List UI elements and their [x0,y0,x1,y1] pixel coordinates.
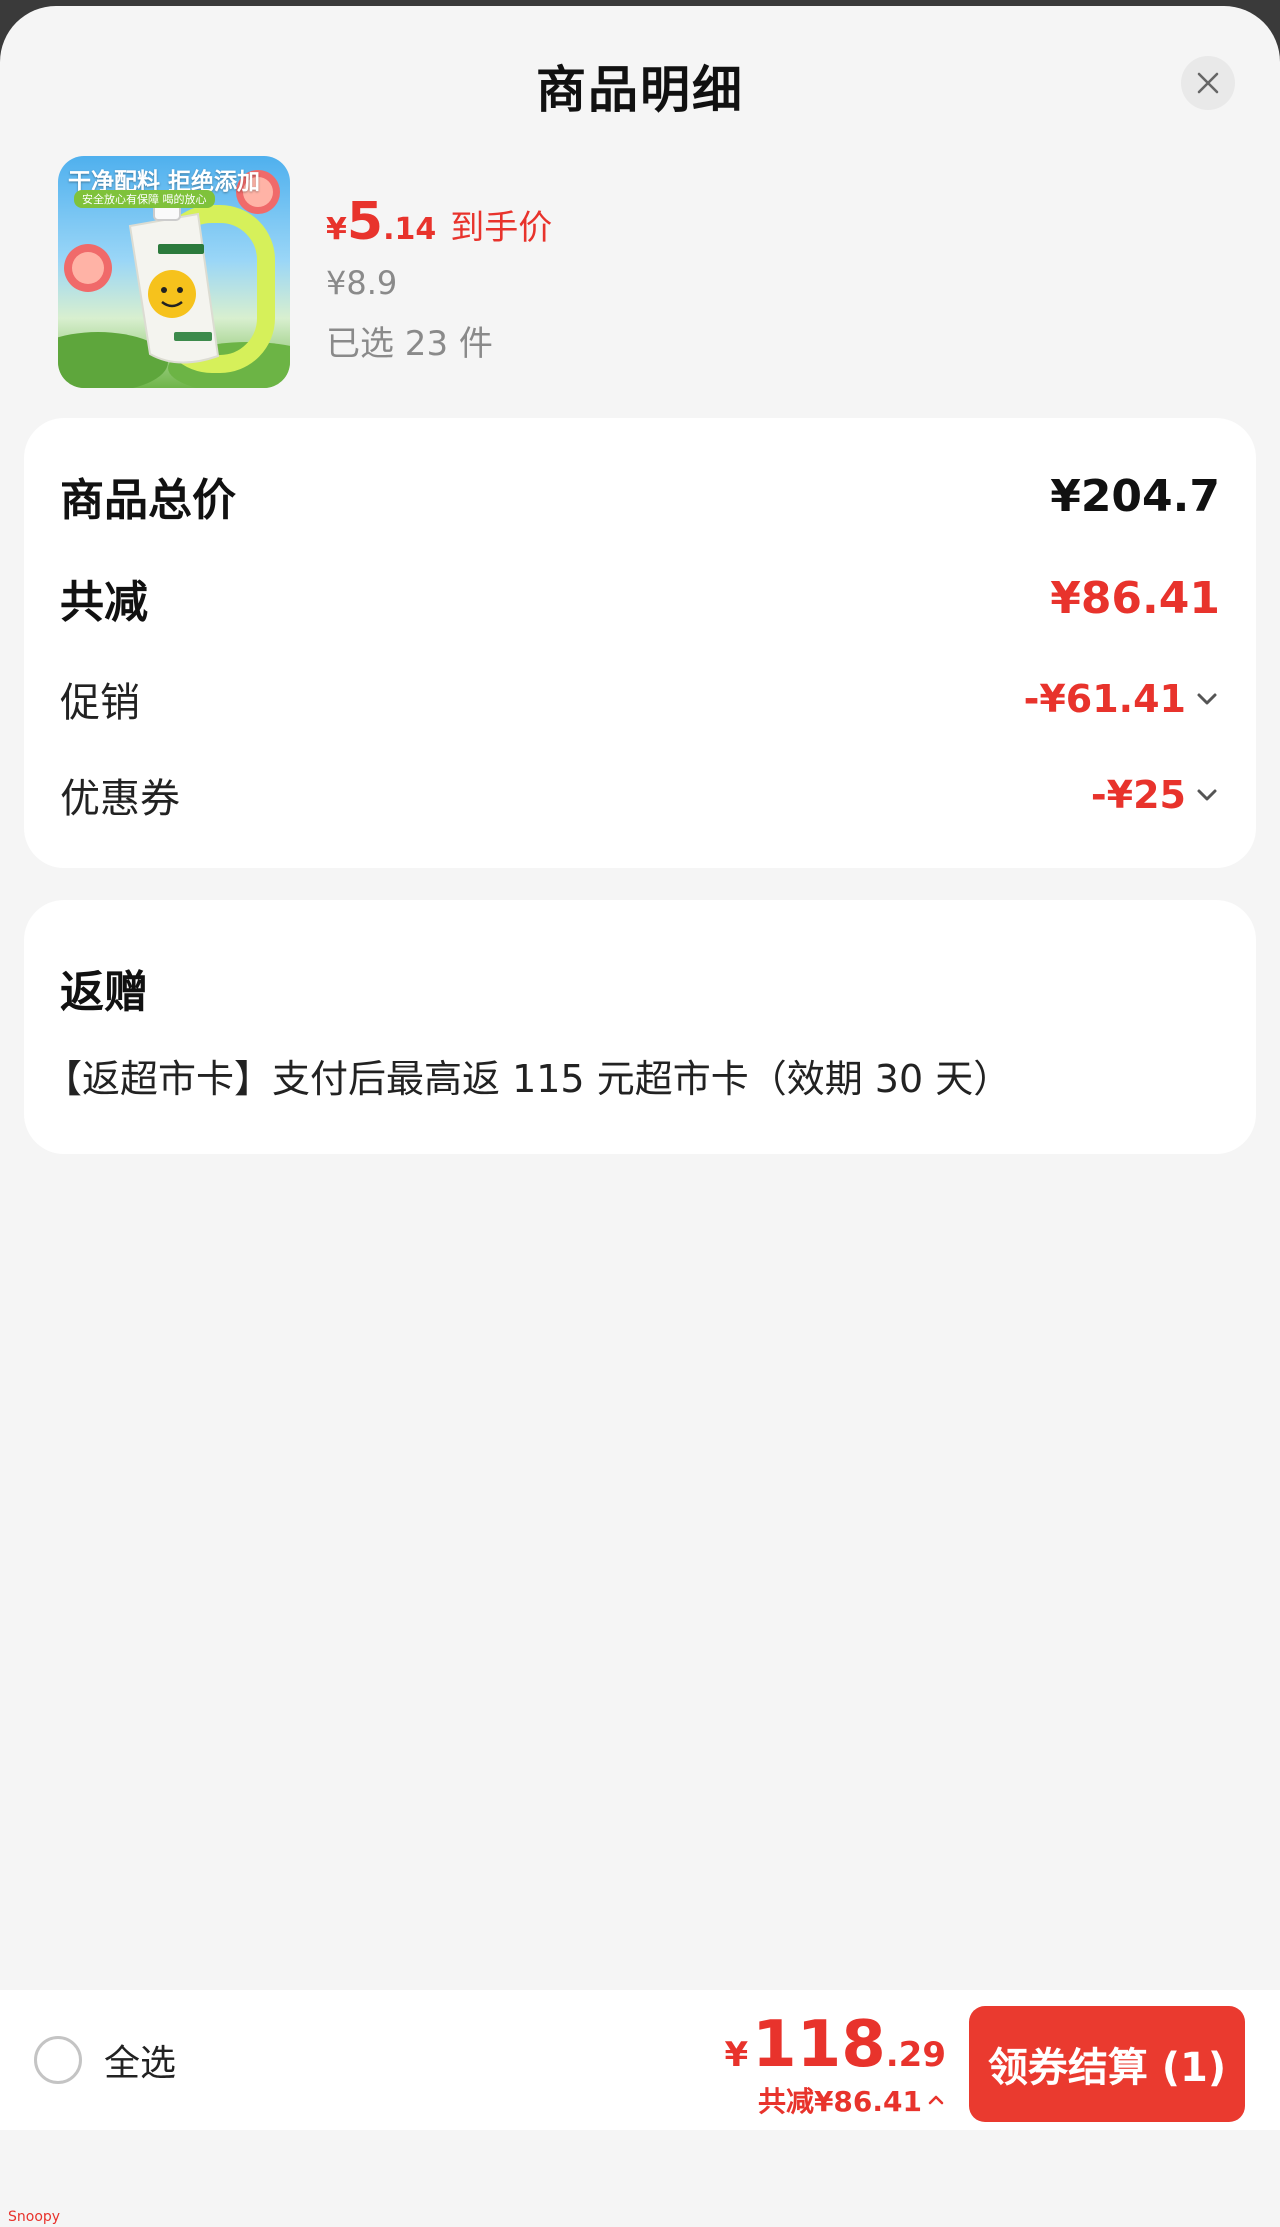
promotion-value-group: -¥61.41 [1024,677,1220,721]
chevron-down-icon [1197,693,1217,705]
final-price-currency: ¥ [326,212,347,247]
product-summary: 干净配料 拒绝添加 安全放心有保障 喝的放心 ¥ 5 .14 到手价 ¥8.9 … [58,156,1238,390]
order-total-price: ¥ 118 .29 [725,2008,947,2082]
order-discount-text: 共减¥86.41 [757,2085,922,2118]
product-thumbnail[interactable]: 干净配料 拒绝添加 安全放心有保障 喝的放心 [58,156,290,388]
close-icon [1197,72,1219,94]
close-button[interactable] [1181,56,1235,110]
promotion-value: -¥61.41 [1023,677,1186,721]
coupon-label: 优惠券 [60,776,180,822]
order-discount-toggle[interactable]: 共减¥86.41 [725,2080,947,2120]
thumbnail-sub-text: 安全放心有保障 喝的放心 [74,190,215,208]
select-all-label: 全选 [104,2043,177,2084]
select-all-toggle[interactable]: 全选 [34,2034,176,2086]
coupon-row[interactable]: 优惠券 -¥25 [60,760,1220,830]
gift-description: 【返超市卡】支付后最高返 115 元超市卡（效期 30 天） [44,1057,1012,1101]
gift-card: 返赠 【返超市卡】支付后最高返 115 元超市卡（效期 30 天） [24,900,1256,1154]
total-price-row: 商品总价 ¥204.7 [60,458,1220,534]
coupon-value: -¥25 [1090,773,1186,817]
watermark: Snoopy [8,2209,61,2225]
final-price: ¥ 5 .14 到手价 [326,192,552,252]
original-price: ¥8.9 [326,264,398,302]
order-total-integer: 118 [752,2008,886,2082]
promotion-label: 促销 [60,680,140,726]
total-price-value: ¥204.7 [1050,470,1220,522]
discount-row: 共减 ¥86.41 [60,560,1220,636]
final-price-integer: 5 [346,192,384,252]
gift-title: 返赠 [60,967,148,1018]
bottom-checkout-bar: 全选 ¥ 118 .29 共减¥86.41 领券结算 (1) [0,1990,1280,2130]
sheet-title: 商品明细 [536,61,744,119]
final-price-decimal: .14 [383,212,437,247]
promotion-row[interactable]: 促销 -¥61.41 [60,664,1220,734]
order-total-currency: ¥ [724,2035,749,2075]
total-price-label: 商品总价 [60,475,236,526]
order-total-decimal: .29 [885,2035,946,2075]
selected-count: 已选 23 件 [326,324,493,364]
chevron-up-icon [928,2095,944,2105]
discount-label: 共减 [60,577,148,628]
price-breakdown-card: 商品总价 ¥204.7 共减 ¥86.41 促销 -¥61.41 优惠券 -¥2… [24,418,1256,868]
discount-value: ¥86.41 [1050,572,1220,624]
product-detail-sheet: 商品明细 干净配料 拒绝添加 安全放心有保障 喝的放心 ¥ 5 .14 到手价 … [0,6,1280,2227]
order-total: ¥ 118 .29 共减¥86.41 [725,2008,947,2120]
select-all-radio[interactable] [34,2036,82,2084]
chevron-down-icon [1197,789,1217,801]
final-price-tag: 到手价 [450,208,553,248]
checkout-button[interactable]: 领券结算 (1) [969,2006,1245,2122]
coupon-value-group: -¥25 [1091,773,1220,817]
